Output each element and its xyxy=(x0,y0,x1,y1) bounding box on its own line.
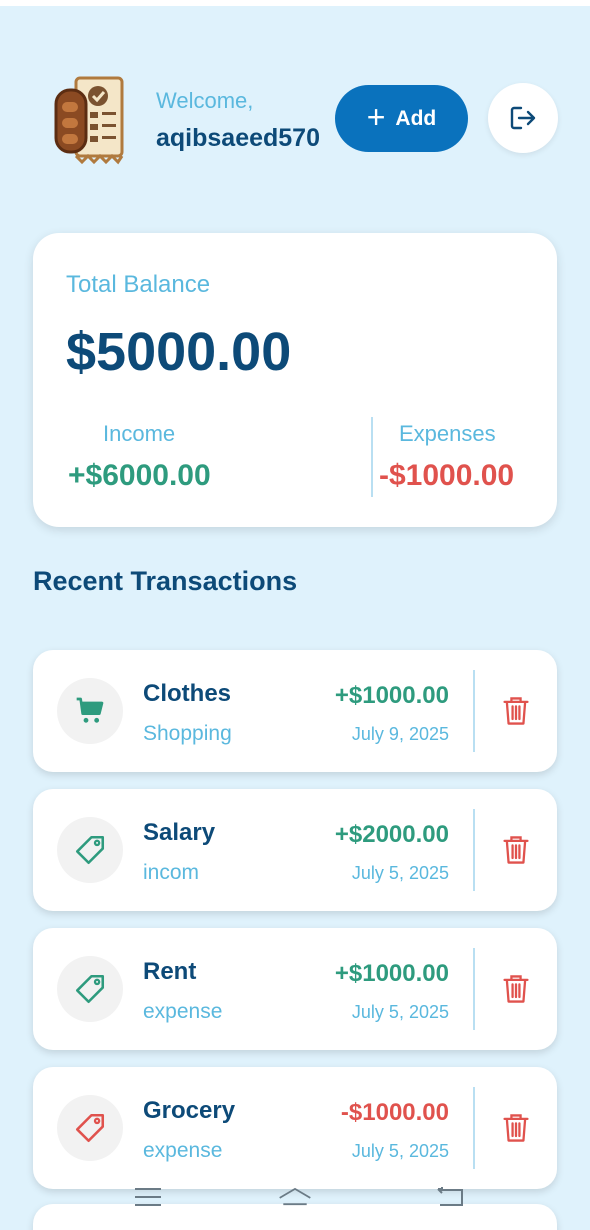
transaction-date: July 9, 2025 xyxy=(351,724,449,744)
transaction-item[interactable]: Grocery expense -$1000.00 July 5, 2025 xyxy=(33,1067,557,1189)
transaction-date: July 5, 2025 xyxy=(351,863,449,883)
transaction-divider xyxy=(473,809,475,891)
balance-card: Total Balance $5000.00 Income +$6000.00 … xyxy=(33,233,557,527)
transaction-divider xyxy=(473,948,475,1030)
header: Welcome, aqibsaeed570 + Add xyxy=(0,6,590,206)
username: aqibsaeed570 xyxy=(156,124,320,152)
transaction-amount: +$2000.00 xyxy=(334,821,449,848)
total-balance-value: $5000.00 xyxy=(66,322,292,382)
transaction-item[interactable]: Salary incom +$2000.00 July 5, 2025 xyxy=(33,789,557,911)
income-label: Income xyxy=(103,421,176,446)
balance-divider xyxy=(371,417,373,497)
transaction-amount: +$1000.00 xyxy=(334,682,449,709)
expenses-label: Expenses xyxy=(399,421,496,446)
trash-icon[interactable] xyxy=(499,1111,533,1145)
tag-icon xyxy=(57,817,123,883)
trash-icon[interactable] xyxy=(499,972,533,1006)
transaction-amount: -$1000.00 xyxy=(340,1099,449,1126)
logout-button[interactable] xyxy=(488,83,558,153)
transaction-amount: +$1000.00 xyxy=(334,960,449,987)
transaction-date: July 5, 2025 xyxy=(351,1002,449,1022)
transaction-category: incom xyxy=(143,861,200,884)
transaction-title: Grocery xyxy=(143,1097,236,1124)
plus-icon: + xyxy=(366,98,386,135)
transaction-title: Salary xyxy=(143,819,216,846)
menu-icon[interactable] xyxy=(130,1182,166,1212)
expenses-value: -$1000.00 xyxy=(379,459,515,492)
income-value: +$6000.00 xyxy=(68,459,211,492)
add-transaction-button[interactable]: + Add xyxy=(335,85,468,152)
trash-icon[interactable] xyxy=(499,694,533,728)
system-navigation-bar xyxy=(0,1176,590,1216)
transaction-category: Shopping xyxy=(143,722,232,745)
transaction-divider xyxy=(473,1087,475,1169)
transaction-title: Clothes xyxy=(143,680,232,707)
home-icon[interactable] xyxy=(277,1182,313,1212)
back-icon[interactable] xyxy=(432,1182,468,1212)
logout-icon xyxy=(510,106,536,130)
tag-icon xyxy=(57,1095,123,1161)
transaction-category: expense xyxy=(143,1139,223,1162)
transaction-item[interactable]: Rent expense +$1000.00 July 5, 2025 xyxy=(33,928,557,1050)
trash-icon[interactable] xyxy=(499,833,533,867)
add-button-label: Add xyxy=(395,106,437,130)
transaction-date: July 5, 2025 xyxy=(351,1141,449,1161)
transaction-divider xyxy=(473,670,475,752)
transaction-item[interactable]: Clothes Shopping +$1000.00 July 9, 2025 xyxy=(33,650,557,772)
app-screen: Welcome, aqibsaeed570 + Add Total Balanc… xyxy=(0,6,590,1230)
app-logo-icon xyxy=(50,72,132,168)
recent-transactions-title: Recent Transactions xyxy=(33,566,298,596)
transaction-title: Rent xyxy=(143,958,197,985)
welcome-label: Welcome, xyxy=(156,88,254,113)
transaction-category: expense xyxy=(143,1000,223,1023)
cart-icon xyxy=(57,678,123,744)
tag-icon xyxy=(57,956,123,1022)
total-balance-label: Total Balance xyxy=(66,271,211,298)
